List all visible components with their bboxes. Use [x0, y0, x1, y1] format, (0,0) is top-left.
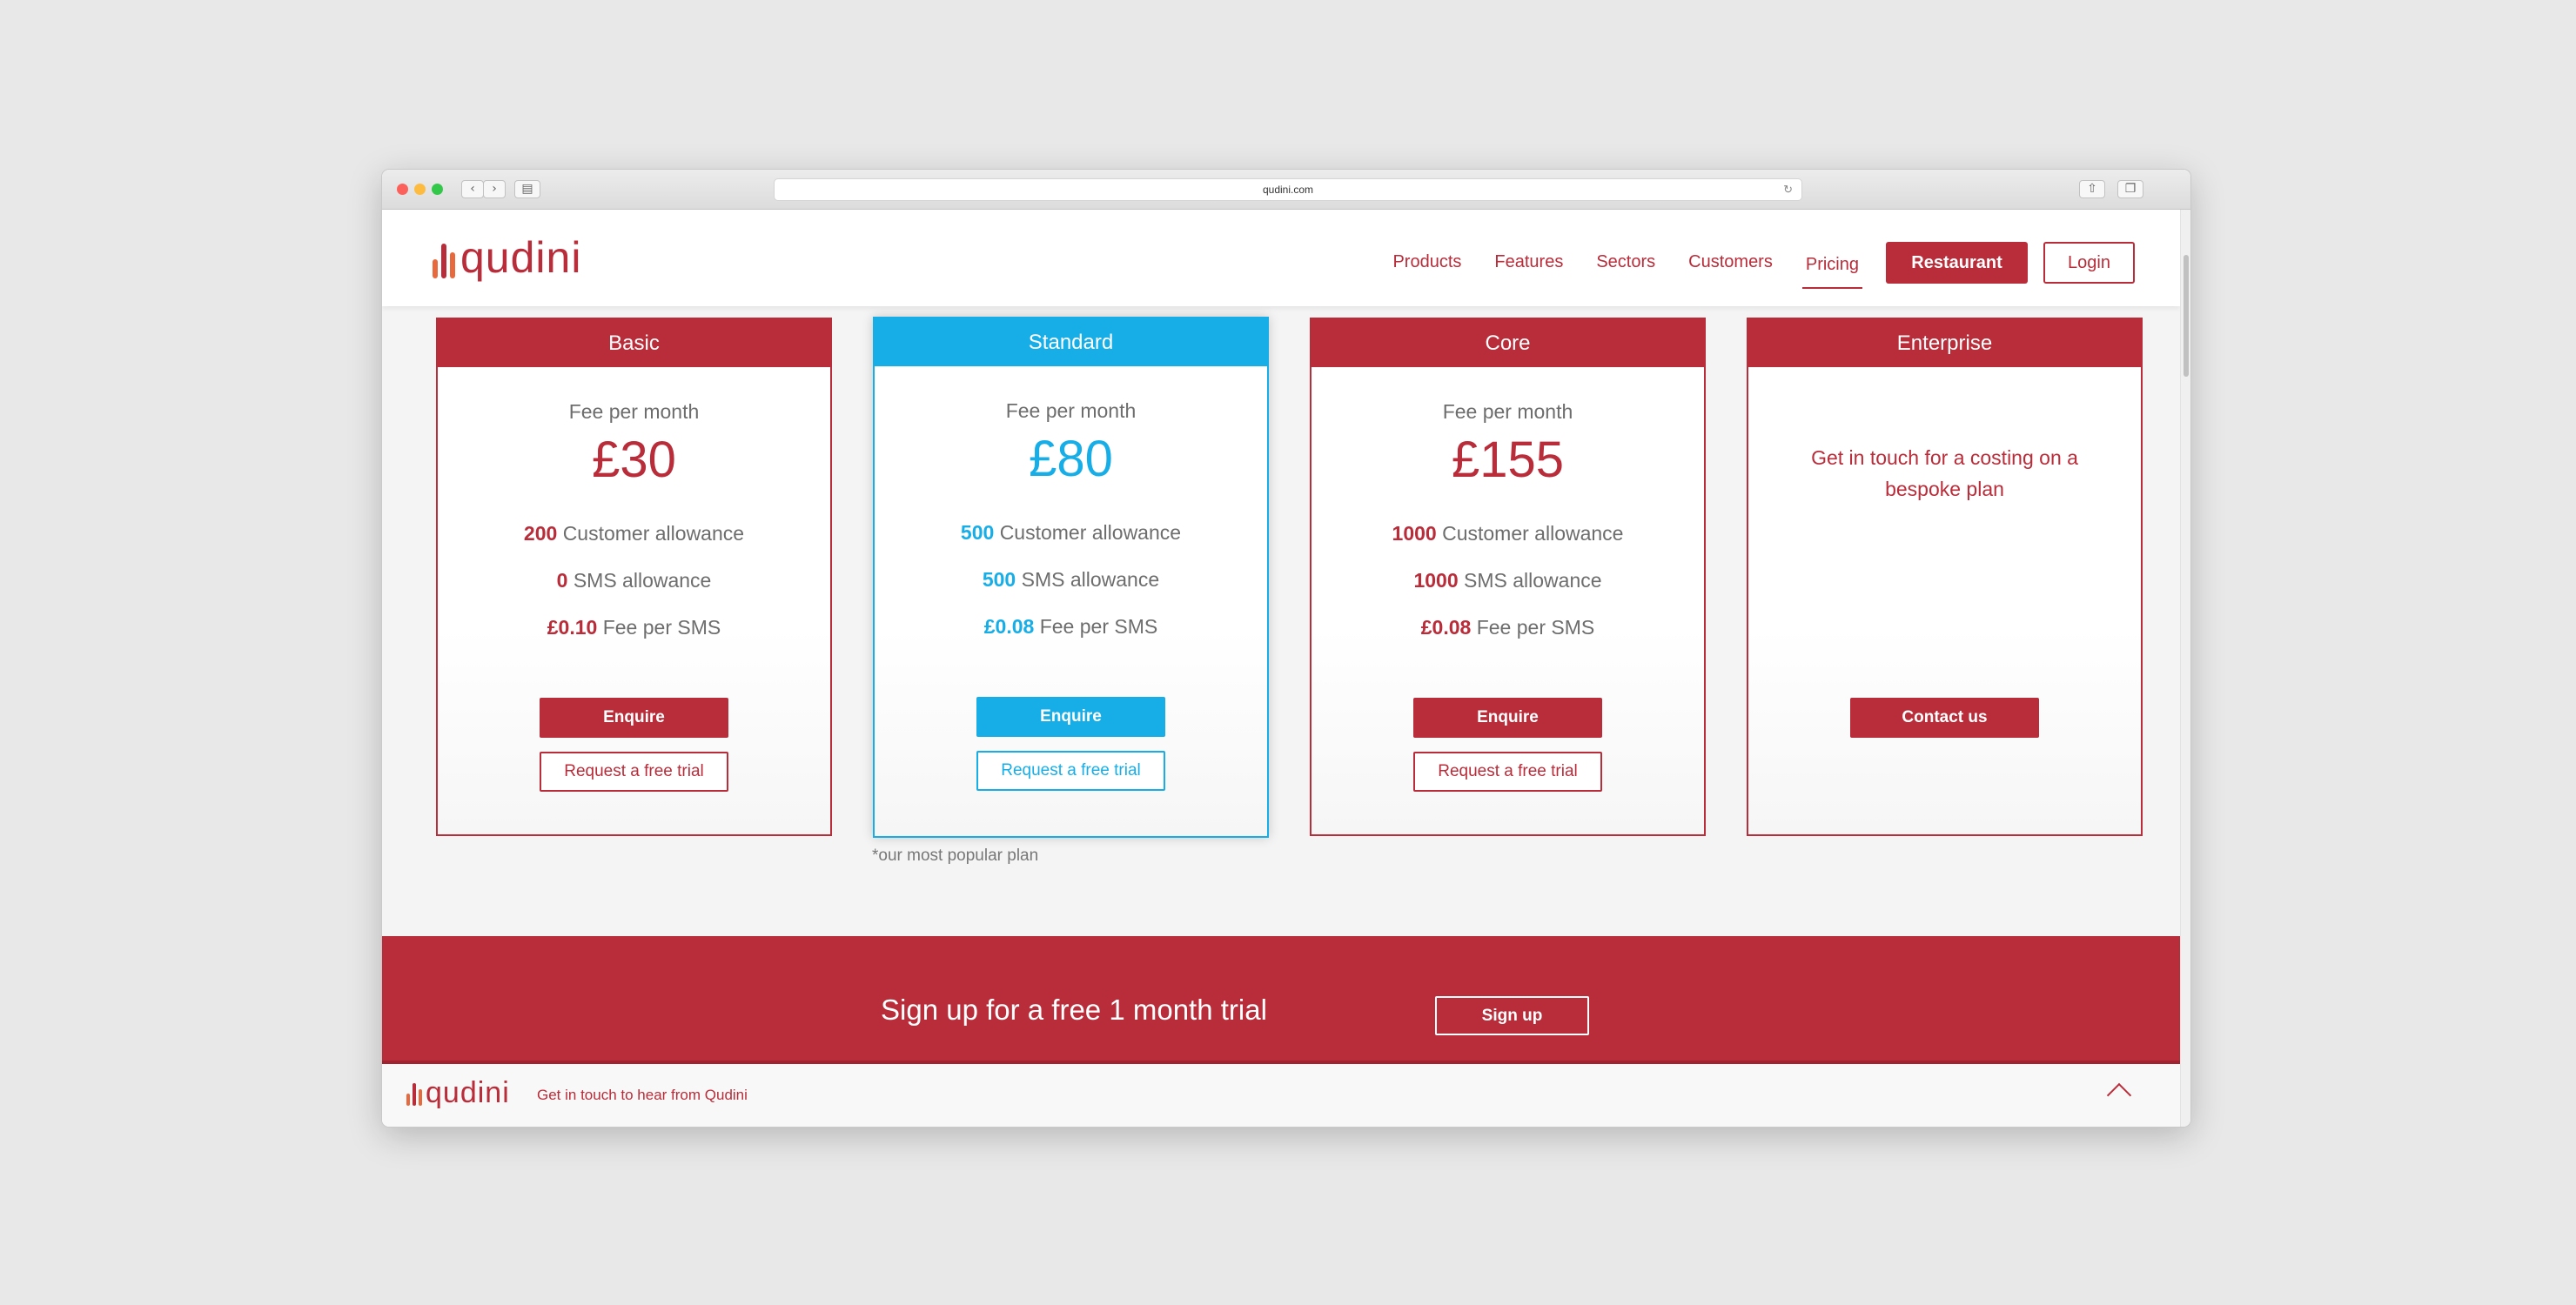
feature-fee-per-sms: £0.08 Fee per SMS: [983, 615, 1158, 638]
share-icon[interactable]: ⇧: [2079, 180, 2105, 198]
plan-card-standard: Standard Fee per month £80 500 Customer …: [873, 317, 1269, 838]
nav-item-features[interactable]: Features: [1491, 245, 1566, 279]
restaurant-button[interactable]: Restaurant: [1886, 241, 2028, 284]
url-text: qudini.com: [1262, 184, 1314, 196]
close-window-button[interactable]: [397, 184, 408, 195]
address-bar[interactable]: qudini.com ↻: [774, 178, 1802, 201]
feature-sms-allowance: 1000 SMS allowance: [1413, 569, 1602, 592]
page-content: qudini Products Features Sectors Custome…: [382, 210, 2180, 1127]
footer-logo[interactable]: qudini: [406, 1078, 510, 1108]
signup-button[interactable]: Sign up: [1435, 996, 1589, 1035]
contact-us-button[interactable]: Contact us: [1850, 698, 2039, 738]
feature-list: 200 Customer allowance 0 SMS allowance £…: [438, 520, 830, 661]
zoom-window-button[interactable]: [432, 184, 443, 195]
minimize-window-button[interactable]: [414, 184, 426, 195]
nav-item-sectors[interactable]: Sectors: [1593, 245, 1659, 279]
logo-text: qudini: [460, 233, 582, 282]
fee-label: Fee per month: [1442, 400, 1573, 423]
qudini-logo[interactable]: qudini: [433, 236, 581, 279]
pricing-plans: Basic Fee per month £30 200 Customer all…: [436, 317, 2143, 838]
feature-customer-allowance: 200 Customer allowance: [523, 522, 745, 545]
nav-item-products[interactable]: Products: [1389, 245, 1465, 279]
browser-toolbar: ‹ › ▤ qudini.com ↻ ⇧ ❐: [382, 170, 2190, 210]
fee-label: Fee per month: [1005, 399, 1137, 422]
logo-text: qudini: [426, 1076, 510, 1109]
logo-mark-icon: [406, 1080, 422, 1106]
enquire-button[interactable]: Enquire: [540, 698, 728, 738]
sidebar-icon[interactable]: ▤: [514, 180, 540, 198]
plan-title: Standard: [875, 318, 1267, 366]
enquire-button[interactable]: Enquire: [976, 697, 1165, 737]
free-trial-button[interactable]: Request a free trial: [1413, 752, 1602, 792]
plan-title: Enterprise: [1748, 319, 2141, 367]
free-trial-button[interactable]: Request a free trial: [976, 751, 1165, 791]
plan-price: £30: [592, 432, 676, 488]
plan-card-basic: Basic Fee per month £30 200 Customer all…: [436, 318, 832, 836]
chevron-up-icon[interactable]: [2106, 1082, 2132, 1108]
plan-price: £80: [1029, 431, 1113, 487]
popular-plan-note: *our most popular plan: [872, 847, 1039, 865]
plan-title: Basic: [438, 319, 830, 367]
signup-banner: Sign up for a free 1 month trial Sign up: [382, 936, 2180, 1075]
feature-customer-allowance: 500 Customer allowance: [960, 521, 1182, 544]
plan-title: Core: [1311, 319, 1704, 367]
footer-contact-bar: qudini Get in touch to hear from Qudini: [382, 1061, 2180, 1127]
fee-label: Fee per month: [568, 400, 700, 423]
chevron-right-icon[interactable]: ›: [483, 180, 506, 198]
feature-fee-per-sms: £0.10 Fee per SMS: [547, 616, 721, 639]
main-nav: Products Features Sectors Customers Pric…: [1376, 236, 2135, 289]
plan-card-enterprise: Enterprise Get in touch for a costing on…: [1747, 318, 2143, 836]
nav-item-customers[interactable]: Customers: [1685, 245, 1776, 279]
feature-list: 500 Customer allowance 500 SMS allowance…: [875, 519, 1267, 660]
enquire-button[interactable]: Enquire: [1413, 698, 1602, 738]
nav-item-pricing[interactable]: Pricing: [1801, 248, 1862, 289]
feature-sms-allowance: 500 SMS allowance: [982, 568, 1160, 591]
feature-list: 1000 Customer allowance 1000 SMS allowan…: [1311, 520, 1704, 661]
logo-mark-icon: [433, 237, 455, 278]
enterprise-description: Get in touch for a costing on a bespoke …: [1811, 446, 2078, 500]
feature-customer-allowance: 1000 Customer allowance: [1392, 522, 1624, 545]
feature-sms-allowance: 0 SMS allowance: [556, 569, 712, 592]
login-button[interactable]: Login: [2043, 241, 2135, 284]
chevron-left-icon[interactable]: ‹: [461, 180, 484, 198]
tabs-icon[interactable]: ❐: [2117, 180, 2143, 198]
browser-window: ‹ › ▤ qudini.com ↻ ⇧ ❐ qudini Products F…: [382, 170, 2190, 1127]
site-header: qudini Products Features Sectors Custome…: [382, 210, 2180, 306]
plan-card-core: Core Fee per month £155 1000 Customer al…: [1310, 318, 1706, 836]
scrollbar-thumb[interactable]: [2184, 255, 2189, 377]
reload-icon[interactable]: ↻: [1783, 179, 1793, 200]
footer-contact-text: Get in touch to hear from Qudini: [537, 1087, 748, 1103]
free-trial-button[interactable]: Request a free trial: [540, 752, 728, 792]
page-scrollbar[interactable]: [2180, 210, 2190, 1127]
signup-text: Sign up for a free 1 month trial: [881, 994, 1267, 1026]
feature-fee-per-sms: £0.08 Fee per SMS: [1420, 616, 1595, 639]
plan-price: £155: [1451, 432, 1565, 488]
